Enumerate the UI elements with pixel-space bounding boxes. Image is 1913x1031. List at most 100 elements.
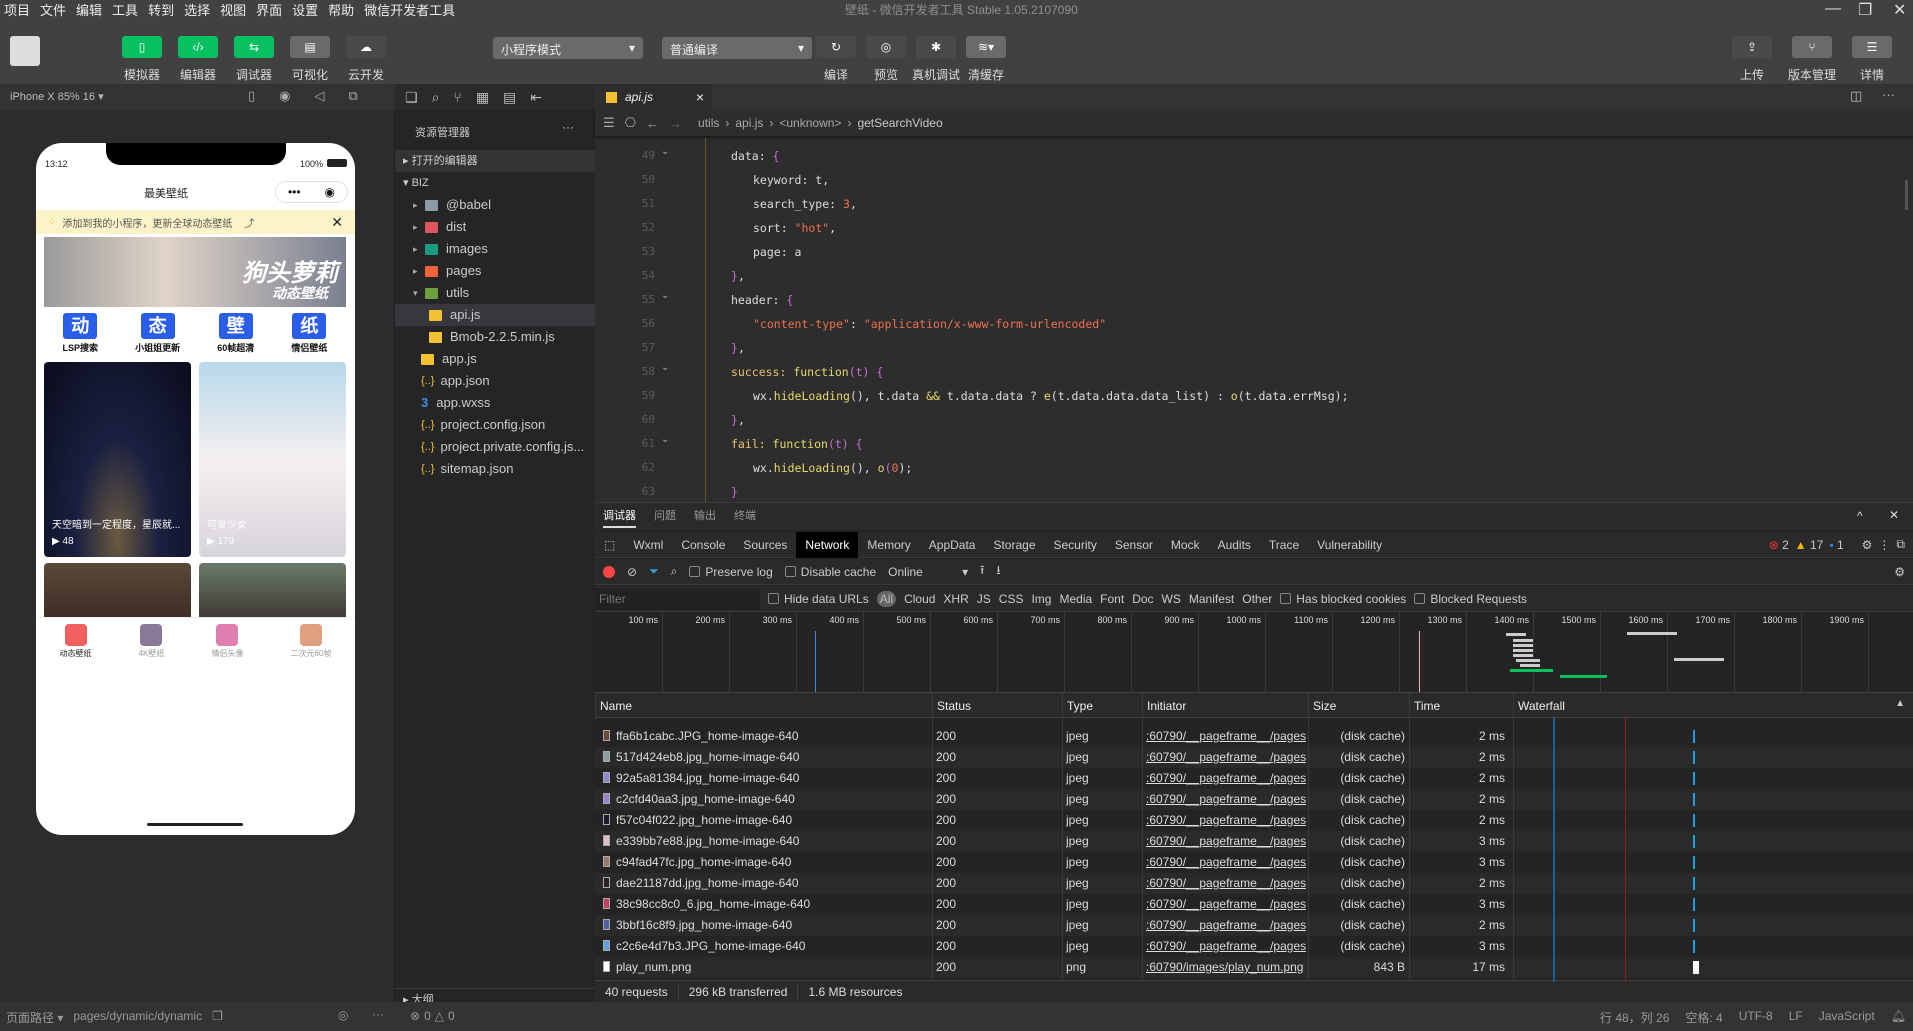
table-row[interactable]: f57c04f022.jpg_home-image-640 200 jpeg:607… <box>595 810 1913 831</box>
device-select[interactable]: iPhone X 85% 16 ▾ <box>10 90 104 103</box>
column-header-waterfall[interactable]: Waterfall <box>1513 693 1913 719</box>
table-row[interactable]: ffa6b1cabc.JPG_home-image-640 200 jpeg:607… <box>595 726 1913 747</box>
git-icon[interactable]: ⑂ <box>453 89 461 105</box>
type-filter-img[interactable]: Img <box>1031 592 1051 606</box>
back-icon[interactable]: ← <box>646 116 659 131</box>
kebab-icon[interactable]: ⋮ <box>1878 538 1890 552</box>
fold-chevron-icon[interactable]: ⌄ <box>661 290 669 301</box>
code-button[interactable]: ‹/› 编辑器 <box>174 36 222 83</box>
fold-chevron-icon[interactable]: ⌄ <box>661 146 669 157</box>
initiator-link[interactable]: :60790/__pageframe__/pages/dyna... <box>1146 936 1306 957</box>
record-button[interactable] <box>603 565 615 578</box>
shortcut-item[interactable]: 壁 60帧超清 <box>217 313 254 354</box>
file-tree-item[interactable]: {..} project.private.config.js... <box>395 436 595 458</box>
initiator-link[interactable]: :60790/__pageframe__/pages/dyna... <box>1146 810 1306 831</box>
panel-tab[interactable]: 问题 <box>654 507 676 528</box>
column-header-type[interactable]: Type <box>1062 693 1142 719</box>
upload-button[interactable]: ⇪ 上传 <box>1728 36 1776 83</box>
has-blocked-cookies-checkbox[interactable]: Has blocked cookies <box>1280 592 1406 606</box>
dock-icon[interactable]: ⧉ <box>1896 537 1905 552</box>
page-path-select[interactable]: 页面路径 ▾ <box>6 1009 63 1026</box>
hero-banner[interactable]: 狗头萝莉 动态壁纸 <box>44 237 346 307</box>
explorer-more-icon[interactable]: ··· <box>562 120 574 134</box>
shortcut-item[interactable]: 动 LSP搜索 <box>63 313 98 354</box>
clear-icon[interactable]: ⊘ <box>627 565 637 579</box>
sort-asc-icon[interactable]: ▲ <box>1895 698 1905 709</box>
inspect-icon[interactable]: ⬚ <box>595 532 624 558</box>
encoding[interactable]: UTF-8 <box>1739 1009 1773 1026</box>
menu-button[interactable]: ☰ 详情 <box>1848 36 1896 83</box>
hide-data-urls-checkbox[interactable]: Hide data URLs <box>768 592 869 606</box>
devtools-tab-trace[interactable]: Trace <box>1260 532 1308 558</box>
column-header-status[interactable]: Status <box>932 693 1062 719</box>
open-editors-section[interactable]: ▸ 打开的编辑器 <box>395 150 595 172</box>
table-row[interactable]: 92a5a81384.jpg_home-image-640 200 jpeg:607… <box>595 768 1913 789</box>
initiator-link[interactable]: :60790/__pageframe__/pages/dyna... <box>1146 894 1306 915</box>
type-filter-css[interactable]: CSS <box>999 592 1024 606</box>
layout-button[interactable]: ▤ 可视化 <box>286 36 334 83</box>
file-tree-item[interactable]: {..} project.config.json <box>395 414 595 436</box>
file-tree-item[interactable]: 3 app.wxss <box>395 392 595 414</box>
export-icon[interactable]: ⭳ <box>996 561 1000 582</box>
shortcut-item[interactable]: 纸情侣壁纸 <box>291 313 327 354</box>
type-filter-manifest[interactable]: Manifest <box>1189 592 1234 606</box>
preview-eye-icon[interactable]: ◎ <box>338 1008 348 1022</box>
table-row[interactable]: c2cfd40aa3.jpg_home-image-640 200 jpeg:607… <box>595 789 1913 810</box>
settings-icon[interactable]: ⚙ <box>1862 538 1873 552</box>
file-tree-item[interactable]: ▾ utils <box>395 282 595 304</box>
language-mode[interactable]: JavaScript <box>1819 1009 1875 1026</box>
initiator-link[interactable]: :60790/__pageframe__/pages/dyna... <box>1146 747 1306 768</box>
table-row[interactable]: 38c98cc8c0_6.jpg_home-image-640 200 jpeg:6… <box>595 894 1913 915</box>
error-count[interactable]: ⊗ 2 <box>1769 538 1789 552</box>
avatar[interactable] <box>10 36 40 66</box>
wallpaper-card[interactable] <box>44 563 191 623</box>
table-row[interactable]: c2c6e4d7b3.JPG_home-image-640 200 jpeg:607… <box>595 936 1913 957</box>
table-row[interactable]: play_num.png 200 png:60790/images/play_num… <box>595 957 1913 978</box>
menu-item[interactable]: 文件 <box>40 0 66 19</box>
table-row[interactable]: 3bbf16c8f9.jpg_home-image-640 200 jpeg:607… <box>595 915 1913 936</box>
fold-chevron-icon[interactable]: ⌄ <box>661 362 669 373</box>
menu-item[interactable]: 项目 <box>4 0 30 19</box>
filter-input[interactable] <box>595 587 760 610</box>
type-filter-js[interactable]: JS <box>977 592 991 606</box>
devtools-tab-mock[interactable]: Mock <box>1162 532 1209 558</box>
devtools-tab-sensor[interactable]: Sensor <box>1106 532 1162 558</box>
table-row[interactable]: e339bb7e88.jpg_home-image-640 200 jpeg:607… <box>595 831 1913 852</box>
project-root[interactable]: ▾ BIZ <box>395 172 595 194</box>
column-header-initiator[interactable]: Initiator <box>1142 693 1308 719</box>
table-row[interactable]: dae21187dd.jpg_home-image-640 200 jpeg:607… <box>595 873 1913 894</box>
files-icon[interactable]: ❏ <box>405 89 418 106</box>
panel-tab[interactable]: 输出 <box>694 507 716 528</box>
disable-cache-checkbox[interactable]: Disable cache <box>784 565 876 579</box>
layers-button[interactable]: ≋▾ 清缓存 <box>962 36 1010 83</box>
preserve-log-checkbox[interactable]: Preserve log <box>689 565 773 579</box>
panel-tab[interactable]: 终端 <box>734 507 756 528</box>
list-icon[interactable]: ☰ <box>603 115 615 131</box>
file-tree-item[interactable]: ▸ pages <box>395 260 595 282</box>
file-tree-item[interactable]: ▸ @babel <box>395 194 595 216</box>
column-header-time[interactable]: Time <box>1409 693 1513 719</box>
file-tree-item[interactable]: ▸ images <box>395 238 595 260</box>
devtools-tab-network[interactable]: Network <box>796 532 859 558</box>
menu-item[interactable]: 设置 <box>292 0 318 19</box>
type-filter-media[interactable]: Media <box>1059 592 1092 606</box>
initiator-link[interactable]: :60790/__pageframe__/pages/dyna... <box>1146 768 1306 789</box>
split-editor-icon[interactable]: ◫ <box>1850 88 1862 104</box>
more-icon[interactable]: ··· <box>372 1007 384 1021</box>
devtools-tab-memory[interactable]: Memory <box>858 532 919 558</box>
search-icon[interactable]: ⌕ <box>671 564 678 579</box>
editor-tab-api-js[interactable]: api.js × <box>596 84 712 110</box>
network-settings-icon[interactable]: ⚙ <box>1894 565 1905 579</box>
file-tree-item[interactable]: Bmob-2.2.5.min.js <box>395 326 595 348</box>
copy-icon[interactable]: ❐ <box>212 1009 223 1026</box>
type-filter-ws[interactable]: WS <box>1162 592 1181 606</box>
menu-item[interactable]: 转到 <box>148 0 174 19</box>
cloud-button[interactable]: ☁ 云开发 <box>342 36 390 83</box>
menu-item[interactable]: 选择 <box>184 0 210 19</box>
branch-button[interactable]: ⑂ 版本管理 <box>1788 36 1836 83</box>
menu-item[interactable]: 帮助 <box>328 0 354 19</box>
compile-select[interactable]: 普通编译 ▾ <box>662 37 812 59</box>
type-filter-all[interactable]: All <box>876 590 897 607</box>
wallpaper-card[interactable] <box>199 563 346 623</box>
type-filter-xhr[interactable]: XHR <box>943 592 968 606</box>
